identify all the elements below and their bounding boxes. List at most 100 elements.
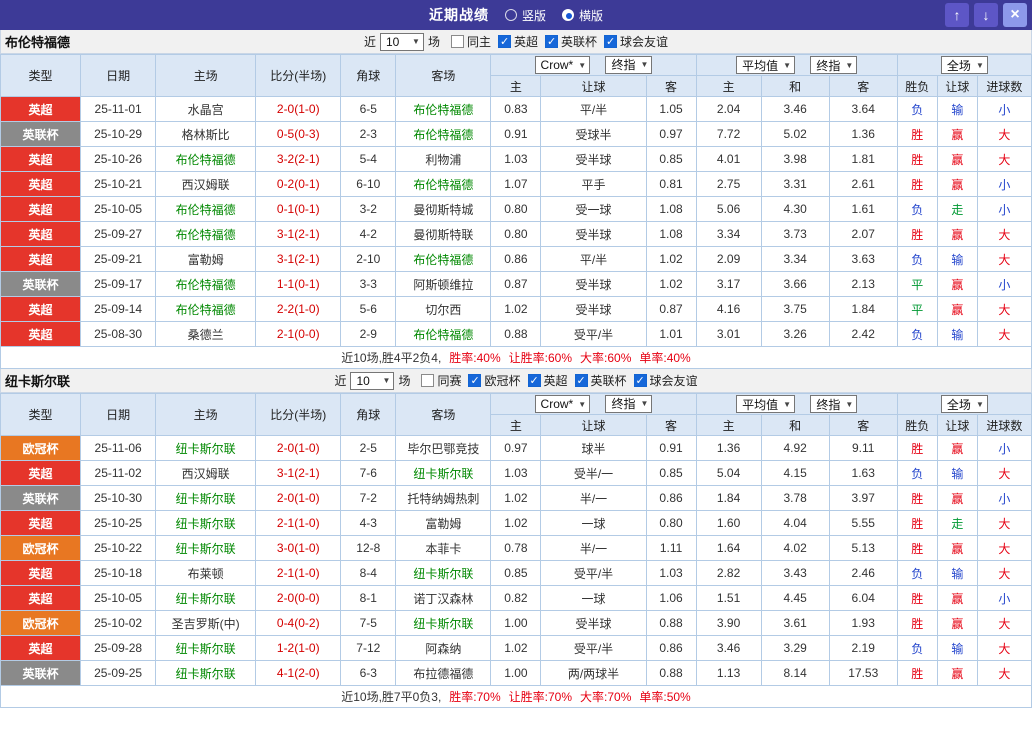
match-date: 25-10-26 bbox=[80, 146, 157, 172]
avg-away: 3.97 bbox=[828, 485, 898, 511]
avg-away: 2.19 bbox=[828, 635, 898, 661]
final-score: 2-0(1-0) bbox=[255, 435, 342, 461]
odds-handicap: 受半/一 bbox=[540, 460, 647, 486]
avg-home: 7.72 bbox=[695, 121, 762, 147]
odds-home: 0.88 bbox=[490, 321, 542, 347]
filter-checkbox-英超[interactable]: 英超 bbox=[527, 372, 568, 389]
result-outcome: 胜 bbox=[896, 146, 938, 172]
result-outcome: 胜 bbox=[896, 510, 938, 536]
result-outcome: 平 bbox=[896, 271, 938, 297]
chevron-down-icon: ▼ bbox=[640, 60, 649, 70]
odds-handicap: 半/一 bbox=[540, 485, 647, 511]
corners: 7-12 bbox=[340, 635, 397, 661]
avg-home: 1.13 bbox=[695, 660, 762, 686]
bookmaker-select[interactable]: Crow* ▼ bbox=[534, 56, 591, 75]
filter-checkbox-英超[interactable]: 英超 bbox=[498, 33, 538, 50]
result-handicap: 走 bbox=[936, 510, 978, 536]
result-outcome: 负 bbox=[896, 460, 938, 486]
result-goals: 小 bbox=[976, 271, 1032, 297]
avg-draw: 8.14 bbox=[760, 660, 830, 686]
odds-handicap: 受平/半 bbox=[540, 560, 647, 586]
final-odds-select[interactable]: 终指 ▼ bbox=[605, 394, 653, 413]
match-row: 英联杯 25-09-25 纽卡斯尔联 4-1(2-0) 6-3 布拉德福德 1.00 两/两球… bbox=[0, 660, 1032, 686]
filter-checkbox-欧冠杯[interactable]: 欧冠杯 bbox=[468, 372, 521, 389]
corners: 8-4 bbox=[340, 560, 397, 586]
home-team: 布伦特福德 bbox=[155, 146, 257, 172]
odds-away: 1.08 bbox=[645, 196, 697, 222]
avg-draw: 3.75 bbox=[760, 296, 830, 322]
odds-handicap: 受球半 bbox=[540, 121, 647, 147]
match-count-select[interactable]: 10 ▼ bbox=[379, 32, 424, 51]
league-badge: 英联杯 bbox=[0, 660, 82, 686]
league-badge: 英联杯 bbox=[0, 271, 82, 297]
average-select-value: 平均值 bbox=[742, 397, 779, 412]
filter-checkbox-球会友谊[interactable]: 球会友谊 bbox=[633, 372, 698, 389]
avg-away: 5.55 bbox=[828, 510, 898, 536]
filter-checkbox-球会友谊[interactable]: 球会友谊 bbox=[604, 33, 668, 50]
final-average-select[interactable]: 终指 ▼ bbox=[810, 56, 858, 74]
result-handicap: 赢 bbox=[936, 485, 978, 511]
odds-away: 0.91 bbox=[645, 435, 697, 461]
odds-away: 0.85 bbox=[645, 460, 697, 486]
radio-horizontal-layout[interactable]: 横版 bbox=[562, 7, 603, 24]
result-handicap: 赢 bbox=[936, 121, 978, 147]
odds-away: 1.11 bbox=[645, 535, 697, 561]
avg-home: 5.06 bbox=[695, 196, 762, 222]
average-select[interactable]: 平均值 ▼ bbox=[736, 56, 795, 74]
result-outcome: 胜 bbox=[896, 221, 938, 247]
scroll-up-button[interactable]: ↑ bbox=[945, 3, 969, 27]
home-team: 西汉姆联 bbox=[155, 171, 257, 197]
avg-home: 3.01 bbox=[695, 321, 762, 347]
away-team: 曼彻斯特联 bbox=[395, 221, 492, 247]
result-goals: 小 bbox=[976, 196, 1032, 222]
filter-checkbox-英联杯[interactable]: 英联杯 bbox=[545, 33, 597, 50]
final-score: 0-5(0-3) bbox=[255, 121, 342, 147]
result-goals: 大 bbox=[976, 321, 1032, 347]
away-team: 托特纳姆热刺 bbox=[395, 485, 492, 511]
home-team: 布伦特福德 bbox=[155, 196, 257, 222]
checkbox-unchecked-icon bbox=[421, 374, 435, 387]
final-average-select[interactable]: 终指 ▼ bbox=[810, 395, 858, 413]
bookmaker-select[interactable]: Crow* ▼ bbox=[534, 395, 591, 414]
matches-table: 类型 日期 主场 比分(半场) 角球 客场 Crow* ▼ 终指 ▼ 平均值 ▼ 终指… bbox=[0, 54, 1032, 347]
home-team: 格林斯比 bbox=[155, 121, 257, 147]
average-select[interactable]: 平均值 ▼ bbox=[736, 395, 795, 413]
filter-checkbox-同主[interactable]: 同主 bbox=[450, 33, 491, 50]
odds-handicap: 受半球 bbox=[540, 296, 647, 322]
chevron-down-icon: ▼ bbox=[845, 399, 854, 409]
away-team: 本菲卡 bbox=[395, 535, 492, 561]
final-odds-select[interactable]: 终指 ▼ bbox=[605, 55, 653, 74]
avg-draw: 4.92 bbox=[760, 435, 830, 461]
filter-checkbox-同赛[interactable]: 同赛 bbox=[421, 372, 461, 389]
col-score: 比分(半场) bbox=[255, 393, 342, 436]
avg-away: 5.13 bbox=[828, 535, 898, 561]
odds-handicap: 受半球 bbox=[540, 221, 647, 247]
handicap-win-rate: 让胜率:70% bbox=[508, 690, 573, 704]
radio-vertical-layout[interactable]: 竖版 bbox=[504, 7, 546, 24]
checkbox-checked-icon bbox=[604, 35, 618, 48]
final-score: 0-4(0-2) bbox=[255, 610, 342, 636]
odds-home: 0.87 bbox=[490, 271, 542, 297]
odd-rate: 单率:50% bbox=[639, 690, 691, 704]
result-outcome: 胜 bbox=[896, 610, 938, 636]
close-button[interactable]: × bbox=[1003, 3, 1027, 27]
odds-home: 1.02 bbox=[490, 635, 542, 661]
checkbox-checked-icon bbox=[574, 374, 588, 387]
fulltime-select[interactable]: 全场 ▼ bbox=[940, 56, 988, 74]
away-team: 布伦特福德 bbox=[395, 246, 492, 272]
scroll-down-button[interactable]: ↓ bbox=[974, 3, 998, 27]
odds-away: 1.06 bbox=[645, 585, 697, 611]
chevron-down-icon: ▼ bbox=[578, 399, 587, 409]
filter-checkbox-英联杯[interactable]: 英联杯 bbox=[574, 372, 627, 389]
match-date: 25-10-05 bbox=[80, 585, 157, 611]
checkbox-label: 球会友谊 bbox=[620, 35, 669, 49]
odds-away: 1.05 bbox=[645, 96, 697, 122]
corners: 6-10 bbox=[340, 171, 397, 197]
sub-col-odds-home: 主 bbox=[490, 414, 542, 436]
match-row: 英超 25-09-14 布伦特福德 2-2(1-0) 5-6 切尔西 1.02 受半球 0.87… bbox=[0, 296, 1032, 322]
fulltime-select[interactable]: 全场 ▼ bbox=[940, 395, 988, 413]
match-count-select[interactable]: 10 ▼ bbox=[350, 371, 395, 390]
result-goals: 大 bbox=[976, 246, 1032, 272]
final-odds-select-value: 终指 bbox=[611, 397, 636, 412]
league-badge: 英超 bbox=[0, 96, 82, 122]
